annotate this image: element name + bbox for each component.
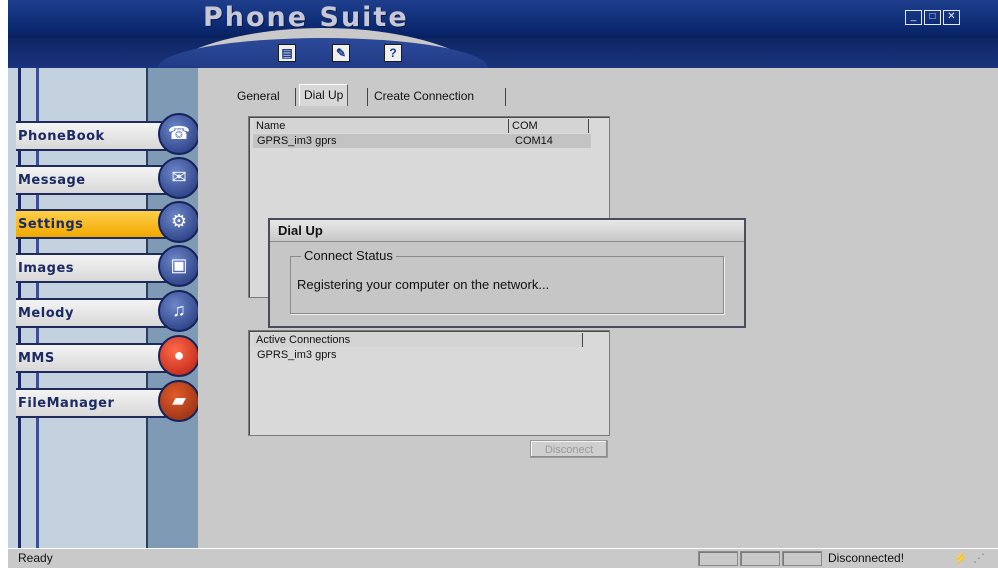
connection-status: Disconnected! [828,551,905,565]
maximize-button[interactable]: □ [924,10,941,25]
connection-name: GPRS_im3 gprs [257,135,337,147]
sidebar-item-label: Message [18,173,86,188]
sidebar-item-label: MMS [18,351,55,366]
disconnect-button[interactable]: Disconect [530,440,608,458]
image-icon: ▣ [158,245,200,287]
help-icon[interactable]: ? [384,44,402,62]
tab-create-connection[interactable]: Create Connection [370,86,478,106]
dial-up-dialog: Dial Up Connect Status Registering your … [268,218,746,328]
document-icon[interactable]: ▤ [278,44,296,62]
dialog-title[interactable]: Dial Up [270,220,744,242]
phone-icon: ☎ [158,113,200,155]
sidebar-item-label: FileManager [18,396,115,411]
list-item[interactable]: GPRS_im3 gprs [257,348,336,362]
sidebar-item-phonebook[interactable]: PhoneBook ☎ [16,113,200,155]
tab-divider [295,88,296,106]
sidebar-item-mms[interactable]: MMS ● [16,335,200,377]
connection-com: COM14 [515,135,553,147]
sidebar-item-message[interactable]: Message ✉ [16,157,200,199]
table-row[interactable]: GPRS_im3 gprs COM14 [253,134,591,148]
balloon-icon: ● [158,335,200,377]
sidebar-item-settings[interactable]: Settings ⚙ [16,201,200,243]
status-message: Registering your computer on the network… [297,277,550,292]
status-cell [698,551,738,566]
status-bar: Ready Disconnected! ⚡ ⋰ [8,548,998,568]
tab-divider [367,88,368,106]
toolbar-band [8,38,998,68]
column-header-active-connections[interactable]: Active Connections [253,333,583,347]
tab-dial-up[interactable]: Dial Up [299,84,349,106]
column-header-name[interactable]: Name [253,119,509,133]
tab-divider [505,88,506,106]
status-cell [740,551,780,566]
minimize-button[interactable]: _ [905,10,922,25]
sidebar-item-images[interactable]: Images ▣ [16,245,200,287]
connect-status-group: Connect Status Registering your computer… [290,248,724,314]
plug-icon: ⚡ [953,551,968,565]
sidebar-item-filemanager[interactable]: FileManager ▰ [16,380,200,422]
desktop-edge [0,0,8,567]
tab-general[interactable]: General [233,86,284,106]
group-label: Connect Status [301,248,396,263]
close-button[interactable]: ✕ [943,10,960,25]
sidebar-item-label: Settings [18,217,84,232]
sidebar-item-label: Images [18,261,75,276]
status-cell [782,551,822,566]
active-connections-list[interactable]: Active Connections GPRS_im3 gprs [248,330,610,436]
title-bar[interactable]: Phone Suite _ □ ✕ [8,0,998,38]
resize-grip-icon[interactable]: ⋰ [973,549,985,568]
edit-icon[interactable]: ✎ [332,44,350,62]
tab-strip: General Dial Up Create Connection [233,84,513,106]
music-icon: ♫ [158,290,200,332]
column-header-com[interactable]: COM [509,119,589,133]
settings-icon: ⚙ [158,201,200,243]
sidebar-item-label: PhoneBook [18,129,105,144]
envelope-icon: ✉ [158,157,200,199]
folder-icon: ▰ [158,380,200,422]
status-text: Ready [18,551,53,565]
sidebar-item-melody[interactable]: Melody ♫ [16,290,200,332]
sidebar-item-label: Melody [18,306,74,321]
